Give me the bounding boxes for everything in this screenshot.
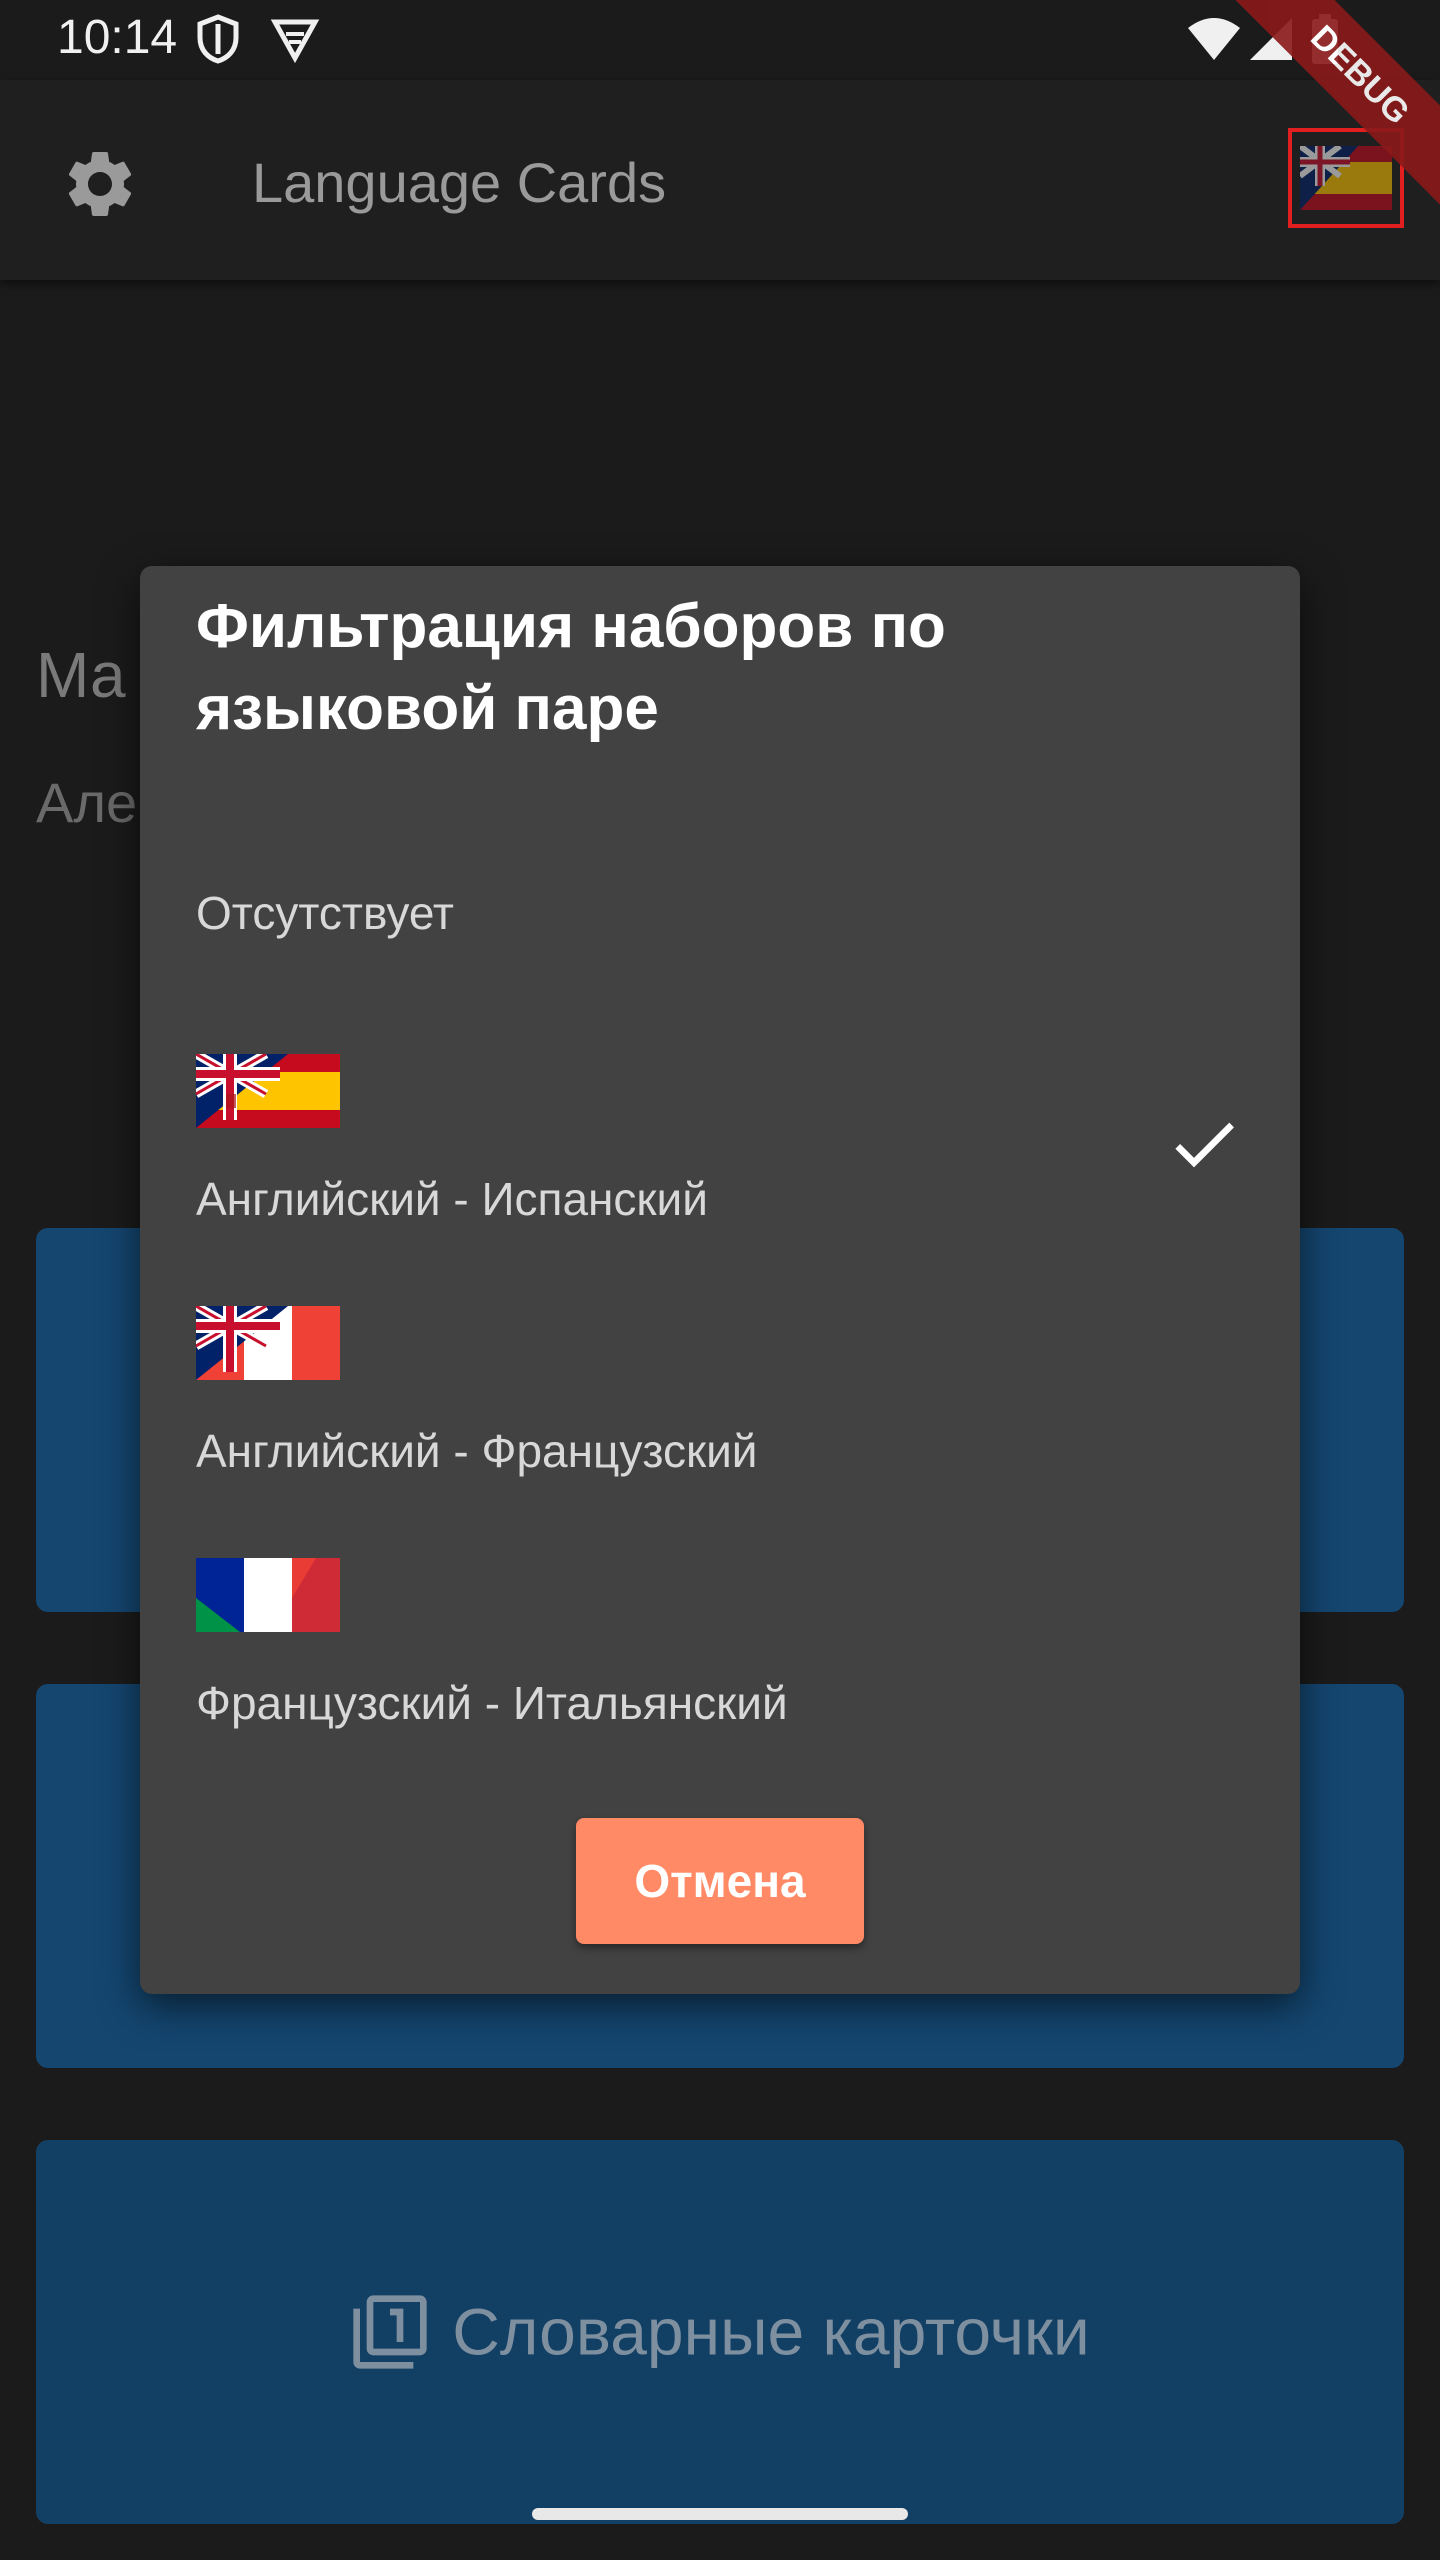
- uk-spain-flag-icon: [196, 1054, 340, 1128]
- option-english-french[interactable]: Английский - Французский: [140, 1306, 1300, 1506]
- option-label: Французский - Итальянский: [196, 1677, 788, 1729]
- dialog-title: Фильтрация наборов по языковой паре: [196, 592, 946, 743]
- uk-france-flag-icon: [196, 1306, 340, 1380]
- cancel-button[interactable]: Отмена: [576, 1818, 864, 1944]
- france-italy-flag-icon: [196, 1558, 340, 1632]
- option-none[interactable]: Отсутствует: [140, 886, 1300, 986]
- home-indicator[interactable]: [532, 2508, 908, 2520]
- language-pair-filter-dialog: Фильтрация наборов по языковой паре Отсу…: [140, 566, 1300, 1994]
- option-english-spanish[interactable]: Английский - Испанский: [140, 1054, 1300, 1254]
- option-label: Отсутствует: [196, 887, 454, 939]
- option-label: Английский - Французский: [196, 1425, 758, 1477]
- option-french-italian[interactable]: Французский - Итальянский: [140, 1558, 1300, 1758]
- option-label: Английский - Испанский: [196, 1173, 708, 1225]
- check-icon: [1175, 1122, 1234, 1168]
